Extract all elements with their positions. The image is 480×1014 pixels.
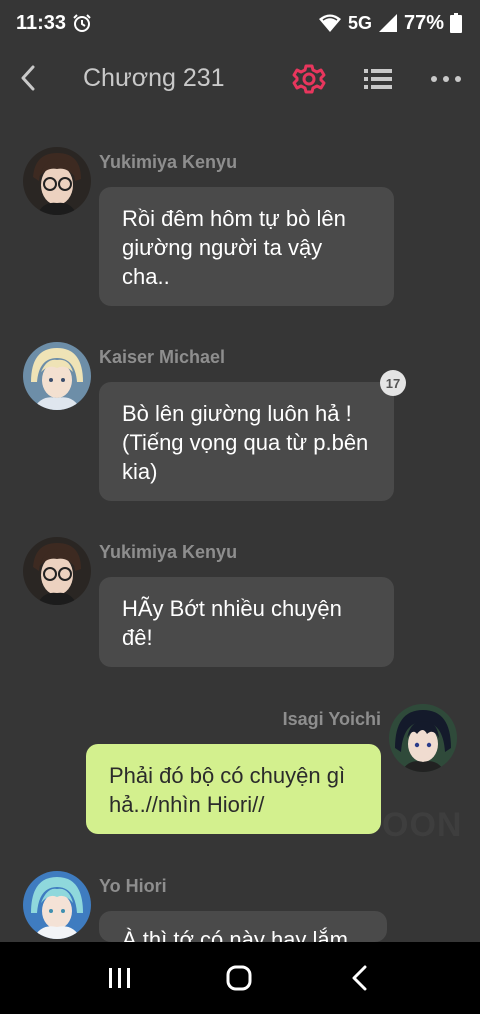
network-type: 5G [347,12,372,33]
chapter-title: Chương 231 [83,64,225,92]
status-bar: 11:33 5G 77% [0,0,480,46]
message-bubble: À thì tớ có này hay lắm [99,911,387,942]
list-icon [364,69,392,89]
avatar-yukimiya [23,537,91,605]
settings-button[interactable] [292,62,326,96]
home-button[interactable] [219,960,259,996]
avatar-yukimiya [23,147,91,215]
system-navigation-bar [0,942,480,1014]
avatar-kaiser [23,342,91,410]
sender-name: Yo Hiori [99,876,167,896]
chapter-list-button[interactable] [361,62,395,96]
wifi-icon [318,14,341,32]
gear-icon [292,64,326,94]
own-message-bubble: Phải đó bộ có chuyện gì hả..//nhìn Hiori… [86,744,381,834]
signal-icon [378,14,397,32]
sender-name: Yukimiya Kenyu [99,152,238,172]
recents-button[interactable] [100,960,140,996]
clock: 11:33 [16,11,67,34]
back-icon [21,65,35,91]
sender-name: Isagi Yoichi [282,709,381,729]
more-options-button[interactable] [428,62,464,96]
battery-icon [450,13,462,33]
sender-name: Kaiser Michael [99,347,226,367]
avatar-isagi [389,704,457,772]
recents-icon [109,968,130,988]
more-icon [431,76,461,82]
avatar-hiori [23,871,91,939]
sender-name: Yukimiya Kenyu [99,542,238,562]
home-icon [226,965,252,991]
comment-count-badge[interactable]: 17 [380,370,406,396]
battery-percent: 77% [403,11,444,34]
message-bubble: Rồi đêm hôm tự bò lên giường người ta vậ… [99,187,394,306]
alarm-icon [73,14,91,32]
back-button[interactable] [10,60,46,96]
nav-back-icon [352,965,367,991]
app-bar: Chương 231 [0,50,480,108]
nav-back-button[interactable] [339,960,379,996]
watermark: OON [382,806,463,844]
message-bubble: HÃy Bớt nhiều chuyện đê! [99,577,394,667]
message-bubble: Bò lên giường luôn hả ! (Tiếng vọng qua … [99,382,394,501]
